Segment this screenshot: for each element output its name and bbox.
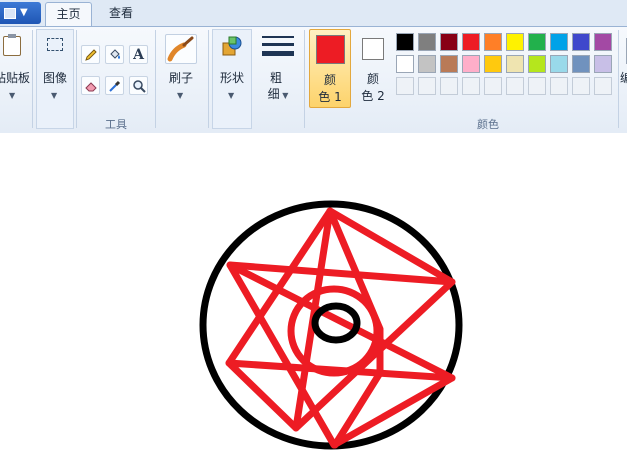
palette-swatch[interactable] — [396, 33, 414, 51]
select-icon — [47, 38, 63, 51]
chevron-down-icon: ▼ — [9, 91, 16, 100]
eraser-icon — [84, 81, 97, 91]
palette-swatch[interactable] — [506, 33, 524, 51]
color1-swatch — [316, 35, 345, 64]
fill-bucket-icon — [109, 48, 120, 59]
chevron-down-icon: ▼ — [20, 7, 28, 18]
color2-label-line1: 颜 — [366, 72, 379, 86]
chevron-down-icon: ▼ — [228, 91, 235, 100]
palette-swatch[interactable] — [572, 33, 590, 51]
paste-label: 粘贴板 — [0, 71, 30, 85]
palette-swatch[interactable] — [594, 55, 612, 73]
file-menu-icon — [4, 8, 16, 19]
brushes-button[interactable]: 刷子 ▼ — [160, 32, 202, 102]
size-label-line2: 细 ▼ — [258, 86, 298, 104]
tab-home[interactable]: 主页 — [45, 2, 92, 26]
eraser-tool[interactable] — [81, 76, 100, 95]
color1-label-line1: 颜 — [323, 73, 336, 87]
clipboard-icon — [3, 34, 21, 56]
color2-button[interactable]: 颜 色 2 — [354, 30, 392, 108]
palette-swatch-empty[interactable] — [396, 77, 414, 95]
outer-circle — [199, 200, 463, 450]
size-button[interactable]: 粗 细 ▼ — [258, 32, 298, 104]
palette-swatch[interactable] — [506, 55, 524, 73]
palette-swatch-empty[interactable] — [484, 77, 502, 95]
palette-swatch-empty[interactable] — [594, 77, 612, 95]
image-label: 图像 — [42, 71, 67, 85]
tab-view[interactable]: 查看 — [98, 2, 144, 26]
palette-swatch[interactable] — [440, 55, 458, 73]
text-tool[interactable]: A — [129, 45, 148, 64]
palette-swatch[interactable] — [418, 55, 436, 73]
palette-swatch[interactable] — [418, 33, 436, 51]
group-separator — [155, 30, 156, 128]
palette-swatch-empty[interactable] — [462, 77, 480, 95]
ribbon-tab-bar: ▼ 主页 查看 — [0, 0, 627, 26]
edit-colors-button[interactable]: 编 — [620, 32, 627, 102]
colors-group-label: 颜色 — [477, 118, 499, 131]
palette-swatch-empty[interactable] — [528, 77, 546, 95]
color1-label-line2: 色 1 — [318, 90, 342, 104]
drawing-canvas[interactable] — [0, 133, 627, 463]
shapes-button[interactable]: 形状 ▼ — [213, 32, 251, 102]
group-separator — [208, 30, 209, 128]
color1-button[interactable]: 颜 色 1 — [309, 29, 351, 108]
palette-swatch-empty[interactable] — [572, 77, 590, 95]
shapes-icon — [221, 35, 243, 59]
fill-tool[interactable] — [105, 45, 124, 64]
palette-swatch[interactable] — [396, 55, 414, 73]
chevron-down-icon: ▼ — [279, 91, 289, 100]
tools-group-label: 工具 — [105, 118, 127, 131]
size-label-text: 细 — [267, 87, 280, 101]
shapes-label: 形状 — [219, 71, 244, 85]
chevron-down-icon: ▼ — [177, 91, 184, 100]
group-separator — [76, 30, 77, 128]
color-picker-tool[interactable] — [105, 76, 124, 95]
color2-label-line2: 色 2 — [361, 89, 385, 103]
palette-swatch[interactable] — [462, 55, 480, 73]
pencil-icon — [84, 48, 97, 61]
file-menu-button[interactable]: ▼ — [0, 2, 41, 24]
chevron-down-icon: ▼ — [51, 91, 58, 100]
palette-swatch[interactable] — [462, 33, 480, 51]
pencil-tool[interactable] — [81, 45, 100, 64]
magnifier-icon — [132, 79, 146, 93]
color-picker-icon — [108, 80, 120, 92]
paste-button[interactable]: 粘贴板 ▼ — [0, 32, 30, 102]
palette-swatch[interactable] — [484, 33, 502, 51]
line-size-icon — [262, 34, 294, 62]
text-icon: A — [133, 46, 144, 63]
group-separator — [32, 30, 33, 128]
palette-swatch-empty[interactable] — [440, 77, 458, 95]
palette-swatch[interactable] — [594, 33, 612, 51]
palette-swatch-empty[interactable] — [550, 77, 568, 95]
select-button[interactable]: 图像 ▼ — [37, 32, 73, 102]
edit-colors-label: 编 — [619, 71, 627, 85]
palette-swatch[interactable] — [550, 55, 568, 73]
group-separator — [304, 30, 305, 128]
palette-swatch-empty[interactable] — [506, 77, 524, 95]
brush-icon — [165, 34, 197, 64]
size-label-line1: 粗 — [269, 71, 282, 85]
canvas-drawing — [199, 200, 463, 450]
palette-swatch[interactable] — [528, 55, 546, 73]
palette-swatch[interactable] — [484, 55, 502, 73]
palette-swatch[interactable] — [440, 33, 458, 51]
palette-swatch-empty[interactable] — [418, 77, 436, 95]
color2-swatch — [362, 38, 384, 60]
palette-swatch[interactable] — [550, 33, 568, 51]
palette-swatch[interactable] — [572, 55, 590, 73]
brushes-label: 刷子 — [168, 71, 193, 85]
magnifier-tool[interactable] — [129, 76, 148, 95]
palette-swatch[interactable] — [528, 33, 546, 51]
